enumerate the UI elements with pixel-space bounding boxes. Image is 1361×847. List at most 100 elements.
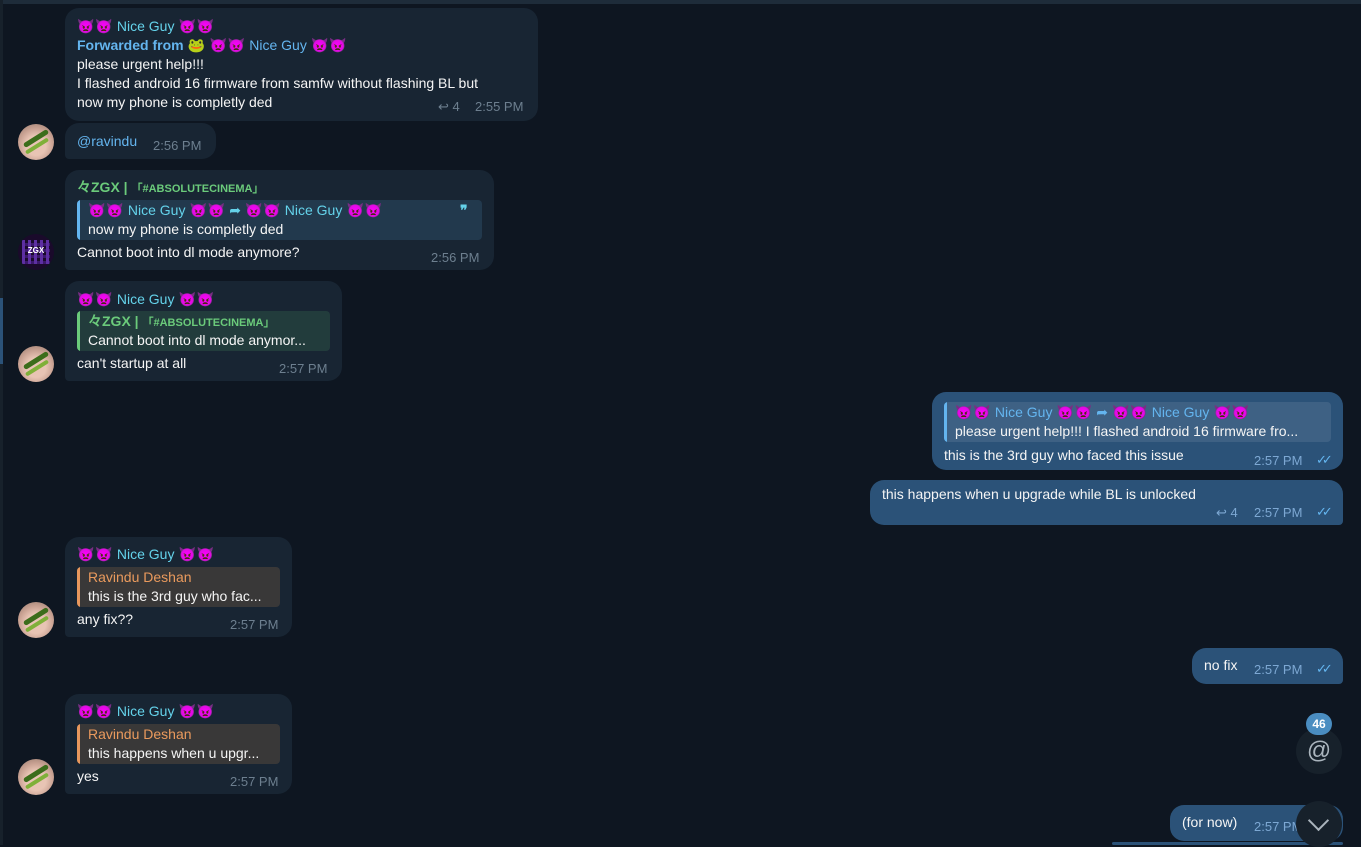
reply-preview[interactable]: 👿👿 Nice Guy 👿👿 ➦ 👿👿 Nice Guy 👿👿 ❞ now my… xyxy=(77,200,482,240)
reply-sender: Ravindu Deshan xyxy=(88,569,192,585)
devil-emoji: 👿 xyxy=(95,703,113,719)
devil-emoji: 👿 xyxy=(1056,404,1075,420)
reply-sender: Ravindu Deshan xyxy=(88,726,192,742)
message-text: no fix xyxy=(1204,657,1238,673)
devil-emoji: 👿 xyxy=(178,18,197,34)
devil-emoji: 👿 xyxy=(196,18,215,34)
avatar[interactable] xyxy=(18,346,54,382)
forward-arrow-icon: ➦ xyxy=(1096,404,1108,420)
devil-emoji: 👿 xyxy=(364,202,382,218)
devil-emoji: 👿 xyxy=(227,37,246,53)
reply-bar xyxy=(944,402,947,442)
message-bubble[interactable]: @ravindu 2:56 PM xyxy=(65,123,216,159)
devil-emoji: 👿 xyxy=(106,202,124,218)
message-text: now my phone is completly ded xyxy=(77,94,273,110)
reply-bar xyxy=(77,567,80,607)
message-text: yes xyxy=(77,768,99,784)
avatar[interactable] xyxy=(18,124,54,160)
double-check-icon: ✓✓ xyxy=(1316,452,1333,467)
devil-emoji: 👿 xyxy=(1130,404,1148,420)
devil-emoji: 👿 xyxy=(178,291,197,307)
avatar[interactable] xyxy=(18,602,54,638)
reply-preview[interactable]: 々ZGX | 「#ABSOLUTECINEMA」 Cannot boot int… xyxy=(77,311,330,351)
reply-sender: 👿👿 Nice Guy 👿👿 ➦ 👿👿 Nice Guy 👿👿 xyxy=(88,202,382,218)
message-time: 2:57 PM xyxy=(230,774,279,789)
devil-emoji: 👿 xyxy=(263,202,281,218)
devil-emoji: 👿 xyxy=(245,202,263,218)
message-bubble[interactable]: 👿👿 Nice Guy 👿👿 Forwarded from 🐸 👿👿 Nice … xyxy=(65,8,538,121)
message-bubble[interactable]: 々ZGX | 「#ABSOLUTECINEMA」 👿👿 Nice Guy 👿👿 … xyxy=(65,170,494,270)
message-time: 2:57 PM xyxy=(279,361,328,376)
message-text: Cannot boot into dl mode anymore? xyxy=(77,244,300,260)
devil-emoji: 👿 xyxy=(77,291,95,307)
reply-count[interactable]: ↩ 4 xyxy=(1216,505,1238,521)
devil-emoji: 👿 xyxy=(207,202,226,218)
devil-emoji: 👿 xyxy=(1213,404,1231,420)
message-time: 2:57 PM xyxy=(230,617,279,632)
devil-emoji: 👿 xyxy=(178,546,197,562)
forward-arrow-icon: ➦ xyxy=(229,202,241,218)
avatar[interactable] xyxy=(18,759,54,795)
scroll-down-button[interactable] xyxy=(1296,801,1342,847)
sender-name[interactable]: 👿👿 Nice Guy 👿👿 xyxy=(77,17,214,36)
reply-bar xyxy=(77,724,80,764)
quote-icon: ❞ xyxy=(460,202,468,218)
devil-emoji: 👿 xyxy=(95,546,113,562)
message-time: 2:56 PM xyxy=(153,138,202,153)
reply-sender: 👿👿 Nice Guy 👿👿 ➦ 👿👿 Nice Guy 👿👿 xyxy=(955,404,1249,420)
reply-preview[interactable]: Ravindu Deshan this is the 3rd guy who f… xyxy=(77,567,280,607)
chevron-down-icon xyxy=(1307,809,1330,832)
reply-text: this is the 3rd guy who fac... xyxy=(88,588,262,604)
forwarded-from[interactable]: Forwarded from 🐸 👿👿 Nice Guy 👿👿 xyxy=(77,36,347,55)
message-time: 2:56 PM xyxy=(431,250,480,265)
reply-bar xyxy=(77,311,80,351)
message-text: (for now) xyxy=(1182,814,1238,830)
devil-emoji: 👿 xyxy=(973,404,991,420)
reply-icon: ↩ xyxy=(438,99,449,114)
devil-emoji: 👿 xyxy=(1231,404,1249,420)
message-text: please urgent help!!! xyxy=(77,56,204,72)
reply-preview[interactable]: Ravindu Deshan this happens when u upgr.… xyxy=(77,724,280,764)
message-bubble[interactable]: no fix 2:57 PM ✓✓ xyxy=(1192,648,1343,684)
devil-emoji: 👿 xyxy=(196,291,215,307)
avatar[interactable]: ZGX xyxy=(18,234,54,270)
reply-count[interactable]: ↩ 4 xyxy=(438,99,460,115)
devil-emoji: 👿 xyxy=(196,546,215,562)
message-time: 2:57 PM xyxy=(1254,505,1303,520)
reply-text: Cannot boot into dl mode anymor... xyxy=(88,332,306,348)
devil-emoji: 👿 xyxy=(346,202,364,218)
message-text: can't startup at all xyxy=(77,355,187,371)
message-text: I flashed android 16 firmware from samfw… xyxy=(77,75,479,91)
devil-emoji: 👿 xyxy=(77,546,95,562)
message-bubble[interactable]: 👿👿 Nice Guy 👿👿 ➦ 👿👿 Nice Guy 👿👿 please u… xyxy=(932,392,1343,470)
sender-name[interactable]: 👿👿 Nice Guy 👿👿 xyxy=(77,702,214,721)
message-bubble[interactable]: 👿👿 Nice Guy 👿👿 Ravindu Deshan this happe… xyxy=(65,694,292,794)
devil-emoji: 👿 xyxy=(1112,404,1130,420)
sender-name[interactable]: 👿👿 Nice Guy 👿👿 xyxy=(77,290,214,309)
reply-preview[interactable]: 👿👿 Nice Guy 👿👿 ➦ 👿👿 Nice Guy 👿👿 please u… xyxy=(944,402,1331,442)
reply-sender: 々ZGX | 「#ABSOLUTECINEMA」 xyxy=(88,313,275,329)
double-check-icon: ✓✓ xyxy=(1316,504,1333,519)
devil-emoji: 👿 xyxy=(955,404,973,420)
forward-avatar-emoji: 🐸 xyxy=(187,37,206,53)
mention-count-badge: 46 xyxy=(1306,713,1332,735)
message-time: 2:57 PM xyxy=(1254,662,1303,677)
left-border xyxy=(0,0,3,845)
message-bubble[interactable]: this happens when u upgrade while BL is … xyxy=(870,480,1343,525)
devil-emoji: 👿 xyxy=(77,18,95,34)
message-time: 2:57 PM xyxy=(1254,453,1303,468)
devil-emoji: 👿 xyxy=(1074,404,1093,420)
sender-name[interactable]: 👿👿 Nice Guy 👿👿 xyxy=(77,545,214,564)
top-border xyxy=(0,0,1361,4)
message-text: any fix?? xyxy=(77,611,134,627)
reply-text: please urgent help!!! I flashed android … xyxy=(955,423,1299,439)
sender-name[interactable]: 々ZGX | 「#ABSOLUTECINEMA」 xyxy=(77,178,264,199)
message-bubble[interactable]: 👿👿 Nice Guy 👿👿 々ZGX | 「#ABSOLUTECINEMA」 … xyxy=(65,281,342,381)
devil-emoji: 👿 xyxy=(329,37,347,53)
mention-link[interactable]: @ravindu xyxy=(77,132,137,151)
message-bubble[interactable]: 👿👿 Nice Guy 👿👿 Ravindu Deshan this is th… xyxy=(65,537,292,637)
reply-bar xyxy=(77,200,80,240)
message-time: 2:55 PM xyxy=(475,99,524,114)
devil-emoji: 👿 xyxy=(95,291,113,307)
message-text: this happens when u upgrade while BL is … xyxy=(882,486,1196,502)
